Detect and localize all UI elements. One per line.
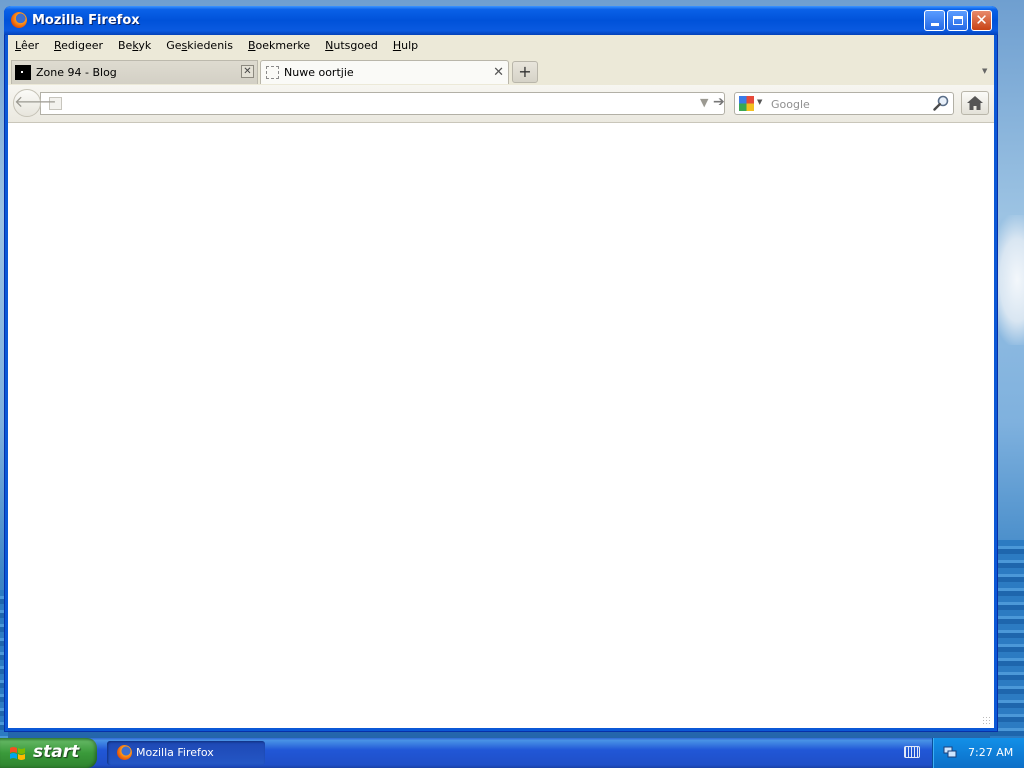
menu-bar: Lêer Redigeer Bekyk Geskiedenis Boekmerk… [8,35,994,55]
maximize-button[interactable] [947,10,968,31]
tab-label: Zone 94 - Blog [36,66,117,79]
history-dropdown-icon[interactable]: ▼ [700,96,708,109]
url-bar[interactable]: ▼ ➔ [40,92,725,115]
menu-tools[interactable]: Nutsgoed [318,39,386,52]
navigation-toolbar: ▼ ➔ 🡐 ▼ [8,85,994,123]
keyboard-language-icon[interactable] [904,746,920,758]
clock[interactable]: 7:27 AM [968,746,1013,759]
minimize-icon [930,23,939,26]
search-bar[interactable]: ▼ [734,92,954,115]
close-icon: ✕ [975,11,988,29]
firefox-icon [117,745,132,760]
home-button[interactable] [961,91,989,115]
back-arrow-icon: 🡐 [14,92,57,111]
start-button[interactable]: start [0,738,97,768]
tab-close-icon[interactable]: ✕ [493,65,504,80]
title-bar[interactable]: Mozilla Firefox ✕ [4,6,998,35]
menu-view[interactable]: Bekyk [111,39,159,52]
start-label: start [33,742,80,762]
search-input[interactable] [769,95,931,113]
blog-favicon-icon [15,65,31,80]
system-tray: 7:27 AM [932,738,1024,768]
go-arrow-icon[interactable]: ➔ [713,94,725,110]
page-content-area[interactable] [8,123,994,728]
maximize-icon [952,16,963,25]
list-all-tabs-icon[interactable]: ▼ [982,67,987,75]
browser-client-area: Lêer Redigeer Bekyk Geskiedenis Boekmerk… [8,35,994,728]
tab-label: Nuwe oortjie [284,66,354,79]
menu-edit[interactable]: Redigeer [47,39,111,52]
tab-close-icon[interactable]: ✕ [241,65,254,78]
minimize-button[interactable] [924,10,945,31]
tab-new-tab[interactable]: Nuwe oortjie ✕ [260,60,509,84]
windows-logo-icon [10,747,25,760]
menu-help[interactable]: Hulp [386,39,426,52]
taskbar: start Mozilla Firefox 7:27 AM [0,738,1024,768]
close-button[interactable]: ✕ [971,10,992,31]
new-tab-button[interactable]: + [512,61,538,83]
firefox-icon[interactable] [11,12,27,28]
firefox-window: Mozilla Firefox ✕ Lêer Redigeer Bekyk Ge… [4,6,998,732]
window-title: Mozilla Firefox [32,13,140,28]
resize-grip-icon[interactable] [982,716,992,726]
taskbar-button-label: Mozilla Firefox [136,746,214,759]
menu-history[interactable]: Geskiedenis [159,39,241,52]
engine-dropdown-icon[interactable]: ▼ [757,98,762,106]
home-icon [967,96,983,110]
network-icon[interactable] [943,746,957,759]
tab-zone94-blog[interactable]: Zone 94 - Blog ✕ [11,60,258,84]
url-input[interactable] [71,95,685,113]
blank-page-icon [266,66,279,79]
menu-file[interactable]: Lêer [8,39,47,52]
google-icon[interactable] [739,96,754,111]
taskbar-button-firefox[interactable]: Mozilla Firefox [107,741,265,765]
search-magnifier-icon[interactable] [933,95,949,111]
menu-bookmarks[interactable]: Boekmerke [241,39,318,52]
back-button[interactable]: 🡐 [13,89,57,117]
tab-strip: Zone 94 - Blog ✕ Nuwe oortjie ✕ + ▼ [8,55,994,85]
